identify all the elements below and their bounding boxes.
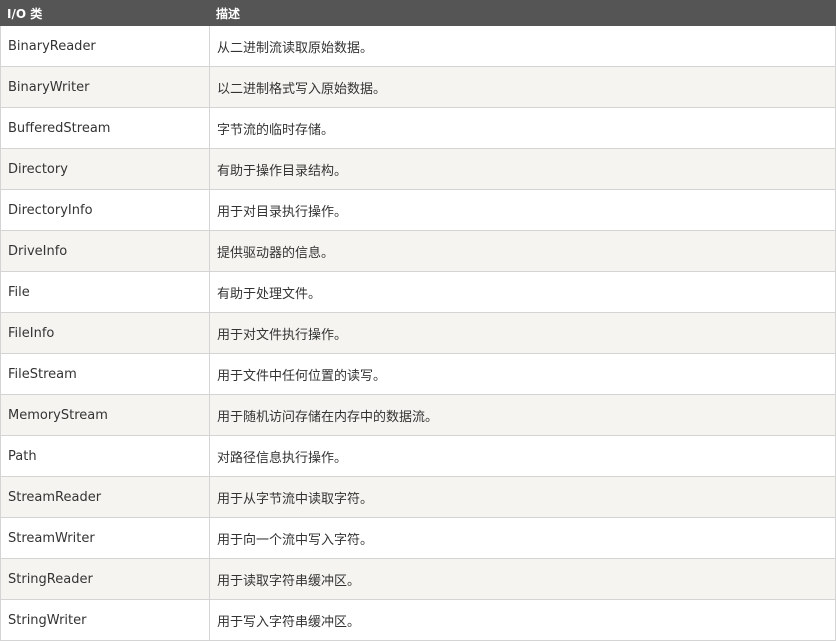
class-name-cell: BinaryReader — [0, 25, 210, 67]
table-header: I/O 类 描述 — [0, 0, 836, 26]
class-name-cell: BufferedStream — [0, 107, 210, 149]
class-name-cell: StringWriter — [0, 599, 210, 641]
class-name-cell: FileInfo — [0, 312, 210, 354]
description-cell: 用于随机访问存储在内存中的数据流。 — [209, 394, 836, 436]
class-name-cell: DriveInfo — [0, 230, 210, 272]
class-name-cell: BinaryWriter — [0, 66, 210, 108]
description-cell: 用于文件中任何位置的读写。 — [209, 353, 836, 395]
table-row: BufferedStream 字节流的临时存储。 — [0, 107, 836, 149]
table-row: StringWriter 用于写入字符串缓冲区。 — [0, 599, 836, 641]
io-class-table: I/O 类 描述 BinaryReader 从二进制流读取原始数据。 Binar… — [0, 0, 836, 641]
table-row: Directory 有助于操作目录结构。 — [0, 148, 836, 190]
header-io-class: I/O 类 — [0, 0, 210, 26]
header-row: I/O 类 描述 — [0, 0, 836, 26]
description-cell: 用于读取字符串缓冲区。 — [209, 558, 836, 600]
description-cell: 用于对目录执行操作。 — [209, 189, 836, 231]
description-cell: 用于对文件执行操作。 — [209, 312, 836, 354]
table-row: StreamWriter 用于向一个流中写入字符。 — [0, 517, 836, 559]
class-name-cell: DirectoryInfo — [0, 189, 210, 231]
description-cell: 有助于操作目录结构。 — [209, 148, 836, 190]
table-row: DirectoryInfo 用于对目录执行操作。 — [0, 189, 836, 231]
table-row: FileStream 用于文件中任何位置的读写。 — [0, 353, 836, 395]
table-row: StreamReader 用于从字节流中读取字符。 — [0, 476, 836, 518]
table-row: File 有助于处理文件。 — [0, 271, 836, 313]
class-name-cell: StringReader — [0, 558, 210, 600]
table-row: MemoryStream 用于随机访问存储在内存中的数据流。 — [0, 394, 836, 436]
class-name-cell: StreamWriter — [0, 517, 210, 559]
class-name-cell: StreamReader — [0, 476, 210, 518]
class-name-cell: Path — [0, 435, 210, 477]
table-row: DriveInfo 提供驱动器的信息。 — [0, 230, 836, 272]
description-cell: 对路径信息执行操作。 — [209, 435, 836, 477]
header-description: 描述 — [209, 0, 836, 26]
class-name-cell: FileStream — [0, 353, 210, 395]
description-cell: 字节流的临时存储。 — [209, 107, 836, 149]
table-row: BinaryWriter 以二进制格式写入原始数据。 — [0, 66, 836, 108]
description-cell: 从二进制流读取原始数据。 — [209, 25, 836, 67]
table-row: FileInfo 用于对文件执行操作。 — [0, 312, 836, 354]
table-row: BinaryReader 从二进制流读取原始数据。 — [0, 25, 836, 67]
table-row: Path 对路径信息执行操作。 — [0, 435, 836, 477]
description-cell: 用于从字节流中读取字符。 — [209, 476, 836, 518]
table-body: BinaryReader 从二进制流读取原始数据。 BinaryWriter 以… — [0, 25, 836, 641]
description-cell: 有助于处理文件。 — [209, 271, 836, 313]
description-cell: 用于向一个流中写入字符。 — [209, 517, 836, 559]
description-cell: 用于写入字符串缓冲区。 — [209, 599, 836, 641]
description-cell: 提供驱动器的信息。 — [209, 230, 836, 272]
table-row: StringReader 用于读取字符串缓冲区。 — [0, 558, 836, 600]
description-cell: 以二进制格式写入原始数据。 — [209, 66, 836, 108]
class-name-cell: MemoryStream — [0, 394, 210, 436]
class-name-cell: File — [0, 271, 210, 313]
class-name-cell: Directory — [0, 148, 210, 190]
